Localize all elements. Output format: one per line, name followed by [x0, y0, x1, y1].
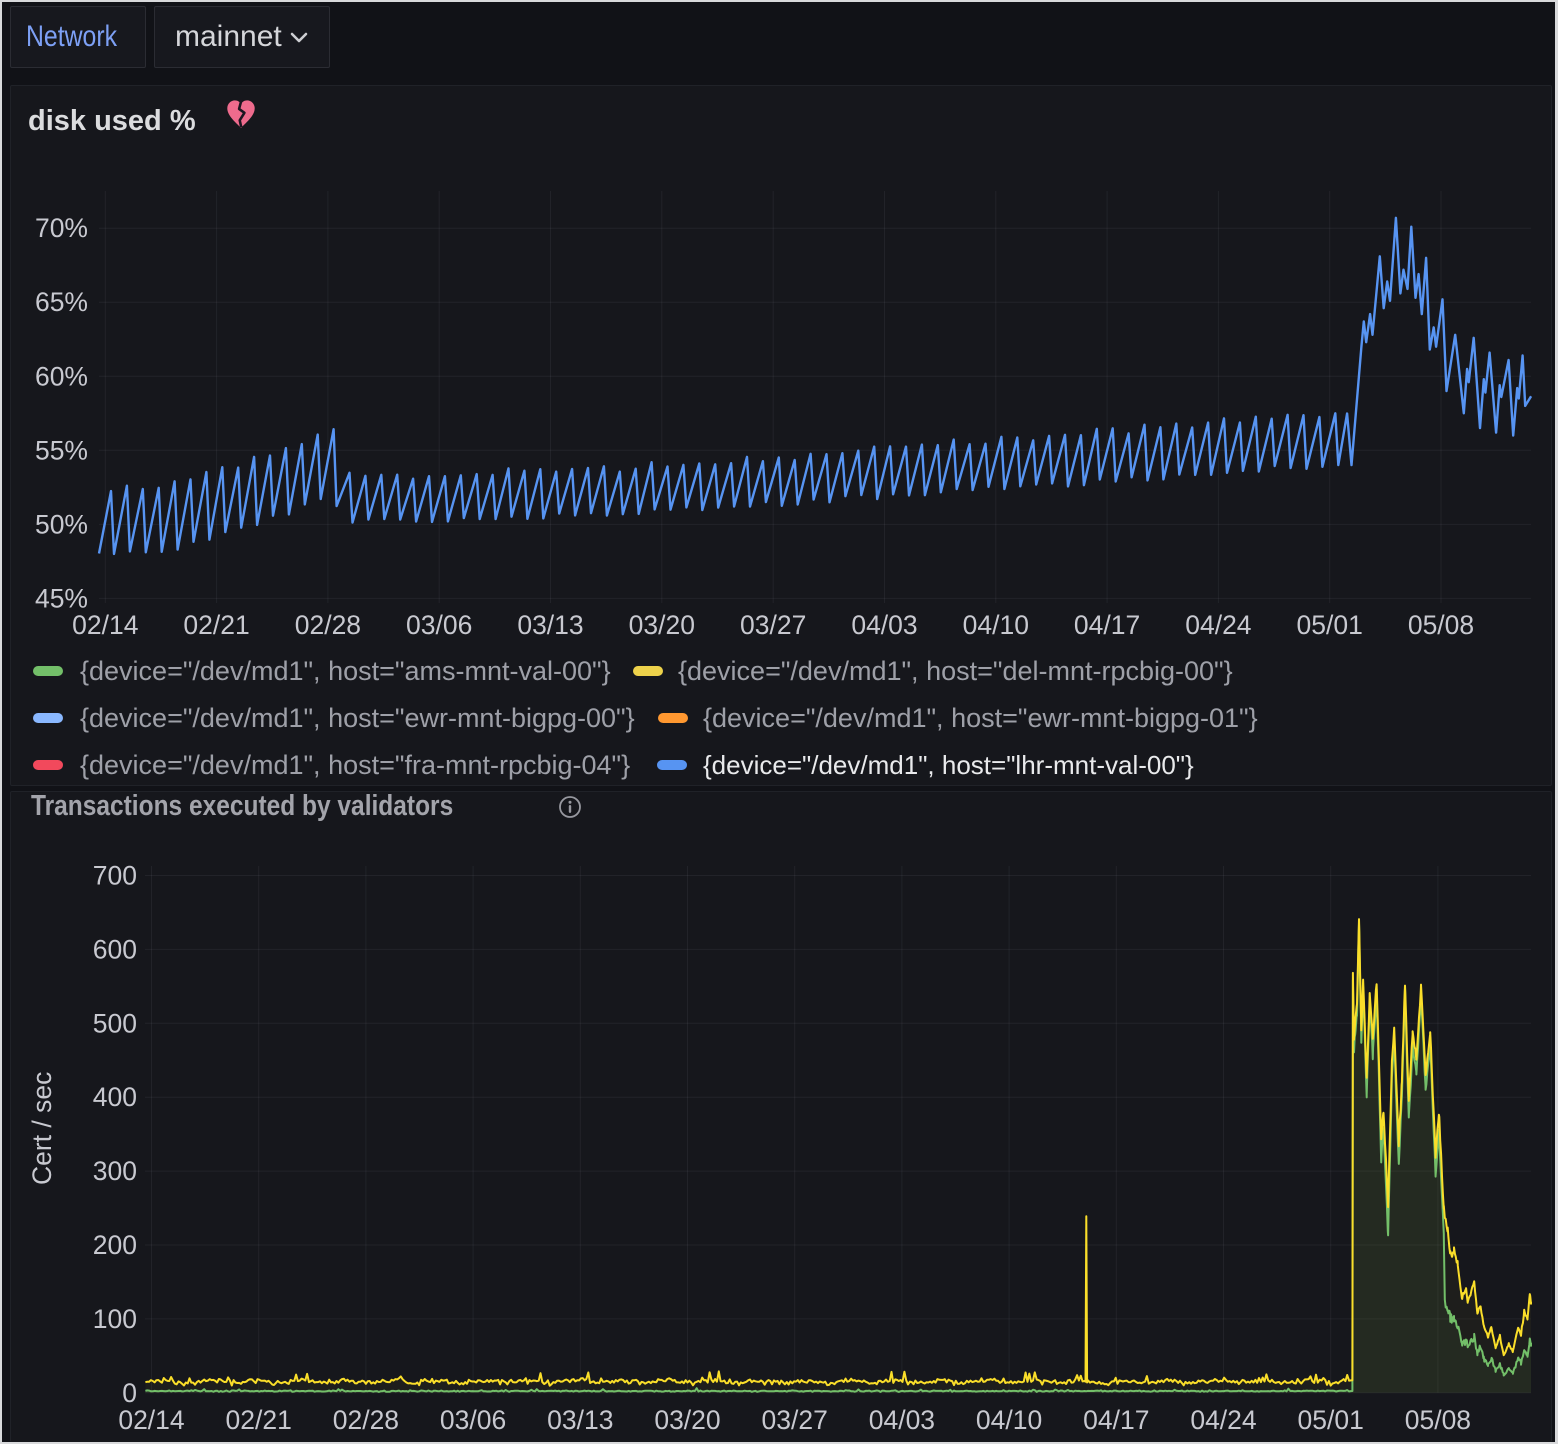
svg-text:70%: 70%	[35, 213, 88, 243]
svg-text:50%: 50%	[35, 509, 88, 539]
svg-text:03/27: 03/27	[740, 610, 806, 640]
svg-text:03/20: 03/20	[629, 610, 695, 640]
svg-text:300: 300	[93, 1156, 137, 1186]
svg-text:400: 400	[93, 1082, 137, 1112]
svg-text:04/24: 04/24	[1190, 1405, 1256, 1435]
svg-text:0: 0	[122, 1378, 137, 1408]
svg-text:55%: 55%	[35, 435, 88, 465]
svg-text:600: 600	[93, 934, 137, 964]
svg-text:04/24: 04/24	[1185, 610, 1251, 640]
svg-text:Cert / sec: Cert / sec	[27, 1072, 57, 1185]
svg-text:02/21: 02/21	[226, 1405, 292, 1435]
svg-text:03/27: 03/27	[762, 1405, 828, 1435]
svg-text:200: 200	[93, 1230, 137, 1260]
svg-text:04/10: 04/10	[963, 610, 1029, 640]
svg-text:02/28: 02/28	[295, 610, 361, 640]
svg-text:02/28: 02/28	[333, 1405, 399, 1435]
svg-text:03/13: 03/13	[547, 1405, 613, 1435]
svg-text:60%: 60%	[35, 361, 88, 391]
svg-text:03/13: 03/13	[517, 610, 583, 640]
svg-text:02/14: 02/14	[72, 610, 138, 640]
svg-text:02/14: 02/14	[118, 1405, 184, 1435]
svg-text:65%: 65%	[35, 287, 88, 317]
svg-text:05/01: 05/01	[1298, 1405, 1364, 1435]
svg-text:05/08: 05/08	[1408, 610, 1474, 640]
svg-text:03/06: 03/06	[406, 610, 472, 640]
svg-text:05/08: 05/08	[1405, 1405, 1471, 1435]
svg-text:04/03: 04/03	[869, 1405, 935, 1435]
svg-text:03/06: 03/06	[440, 1405, 506, 1435]
svg-text:700: 700	[93, 861, 137, 891]
svg-text:04/17: 04/17	[1083, 1405, 1149, 1435]
svg-text:04/03: 04/03	[851, 610, 917, 640]
svg-text:05/01: 05/01	[1297, 610, 1363, 640]
svg-text:02/21: 02/21	[183, 610, 249, 640]
svg-text:03/20: 03/20	[654, 1405, 720, 1435]
svg-text:04/10: 04/10	[976, 1405, 1042, 1435]
svg-text:100: 100	[93, 1304, 137, 1334]
svg-text:04/17: 04/17	[1074, 610, 1140, 640]
svg-text:45%: 45%	[35, 583, 88, 613]
svg-text:500: 500	[93, 1008, 137, 1038]
